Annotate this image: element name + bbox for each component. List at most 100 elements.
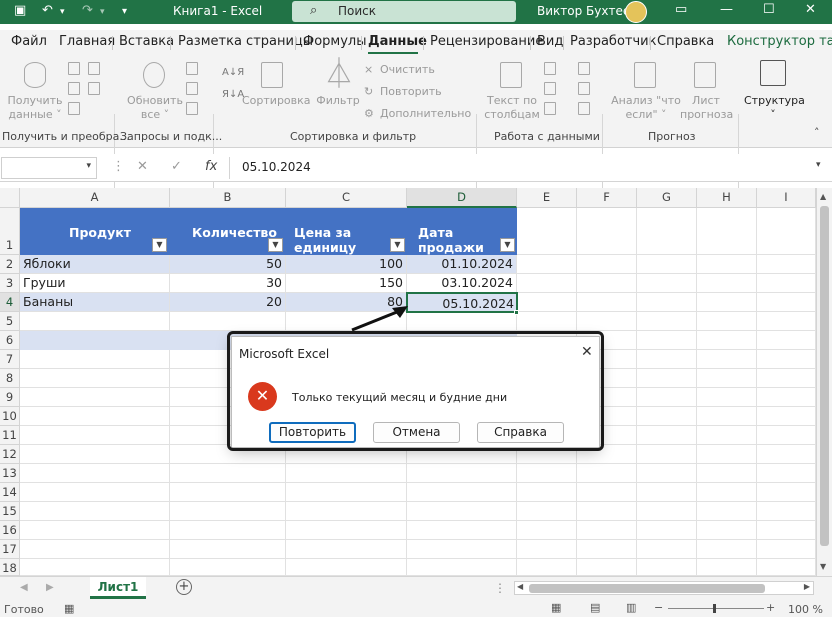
grid-cell[interactable]: [517, 464, 577, 483]
grid-cell[interactable]: [637, 483, 697, 502]
data-validation-icon[interactable]: [544, 102, 556, 115]
ribbon-display-icon[interactable]: ▭: [675, 2, 687, 17]
edit-links-icon[interactable]: [186, 102, 198, 115]
grid-cell[interactable]: [757, 208, 816, 255]
row-header-2[interactable]: 2: [0, 255, 20, 274]
cell-d3[interactable]: 03.10.2024: [407, 274, 517, 293]
grid-cell[interactable]: [757, 426, 816, 445]
grid-cell[interactable]: [286, 502, 407, 521]
grid-cell[interactable]: [20, 559, 170, 576]
grid-cell[interactable]: [697, 426, 757, 445]
grid-cell[interactable]: [407, 312, 517, 331]
row-header-11[interactable]: 11: [0, 426, 20, 445]
grid-cell[interactable]: [577, 521, 637, 540]
grid-cell[interactable]: [577, 483, 637, 502]
grid-cell[interactable]: [697, 331, 757, 350]
from-table-icon[interactable]: [68, 102, 80, 115]
grid-cell[interactable]: [577, 293, 637, 312]
tab-file[interactable]: Файл: [11, 34, 47, 49]
from-text-icon[interactable]: [68, 62, 80, 75]
existing-connections-icon[interactable]: [88, 82, 100, 95]
row-header-10[interactable]: 10: [0, 407, 20, 426]
grid-cell[interactable]: [637, 312, 697, 331]
grid-cell[interactable]: [577, 502, 637, 521]
filter-button[interactable]: Фильтр: [314, 94, 362, 108]
tab-data[interactable]: Данные: [368, 34, 427, 49]
grid-cell[interactable]: [757, 464, 816, 483]
row-header-1[interactable]: 1: [0, 208, 20, 255]
grid-cell[interactable]: [757, 255, 816, 274]
tab-split-icon[interactable]: ⋮: [494, 581, 506, 595]
scroll-left-icon[interactable]: ◀: [517, 582, 523, 591]
grid-cell[interactable]: [20, 521, 170, 540]
cell-d4-active[interactable]: 05.10.2024: [406, 292, 518, 313]
grid-cell[interactable]: [517, 502, 577, 521]
grid-cell[interactable]: [577, 312, 637, 331]
grid-cell[interactable]: [407, 483, 517, 502]
grid-cell[interactable]: [697, 464, 757, 483]
minimize-icon[interactable]: —: [720, 2, 733, 17]
grid-cell[interactable]: [757, 502, 816, 521]
undo-dropdown-icon[interactable]: ▾: [60, 7, 65, 17]
scroll-thumb[interactable]: [820, 206, 829, 546]
customize-qat-icon[interactable]: ▾: [122, 6, 127, 17]
grid-cell[interactable]: [170, 502, 286, 521]
column-header-g[interactable]: G: [637, 188, 697, 208]
grid-cell[interactable]: [407, 464, 517, 483]
formula-input[interactable]: 05.10.2024: [229, 157, 819, 179]
cell-b3[interactable]: 30: [170, 274, 286, 293]
grid-cell[interactable]: [757, 483, 816, 502]
grid-cell[interactable]: [637, 407, 697, 426]
zoom-level[interactable]: 100 %: [788, 603, 823, 616]
grid-cell[interactable]: [757, 369, 816, 388]
grid-cell[interactable]: [170, 540, 286, 559]
remove-duplicates-icon[interactable]: [544, 82, 556, 95]
sheet-tab-1[interactable]: Лист1: [90, 577, 146, 599]
grid-cell[interactable]: [577, 559, 637, 576]
row-header-3[interactable]: 3: [0, 274, 20, 293]
grid-cell[interactable]: [697, 407, 757, 426]
grid-cell[interactable]: [697, 350, 757, 369]
grid-cell[interactable]: [407, 559, 517, 576]
grid-cell[interactable]: [637, 464, 697, 483]
sort-asc-icon[interactable]: A↓Я: [222, 66, 244, 80]
grid-cell[interactable]: [757, 521, 816, 540]
retry-button[interactable]: Повторить: [269, 422, 356, 443]
name-box-dropdown-icon[interactable]: ▾: [86, 161, 91, 171]
cancel-icon[interactable]: ✕: [137, 159, 148, 174]
normal-view-icon[interactable]: ▦: [551, 601, 561, 614]
row-header-5[interactable]: 5: [0, 312, 20, 331]
column-header-h[interactable]: H: [697, 188, 757, 208]
grid-cell[interactable]: [697, 255, 757, 274]
grid-cell[interactable]: [286, 464, 407, 483]
scroll-right-icon[interactable]: ▶: [804, 582, 810, 591]
recent-sources-icon[interactable]: [88, 62, 100, 75]
grid-cell[interactable]: [577, 208, 637, 255]
text-to-columns-button[interactable]: Текст по столбцам: [484, 94, 540, 122]
grid-cell[interactable]: [577, 540, 637, 559]
maximize-icon[interactable]: ☐: [763, 2, 775, 17]
grid-cell[interactable]: [20, 388, 170, 407]
horizontal-scrollbar[interactable]: ◀ ▶: [514, 581, 814, 595]
next-sheet-icon[interactable]: ▶: [46, 582, 54, 593]
grid-cell[interactable]: [517, 312, 577, 331]
grid-cell[interactable]: [20, 483, 170, 502]
grid-cell[interactable]: [697, 312, 757, 331]
prev-sheet-icon[interactable]: ◀: [20, 582, 28, 593]
name-box[interactable]: ▾: [1, 157, 97, 179]
grid-cell[interactable]: [517, 293, 577, 312]
tab-formulas[interactable]: Формулы: [303, 34, 366, 49]
expand-formula-icon[interactable]: ▾: [816, 160, 821, 170]
grid-cell[interactable]: [517, 559, 577, 576]
forecast-sheet-button[interactable]: Лист прогноза: [680, 94, 733, 122]
dialog-close-icon[interactable]: ✕: [581, 344, 593, 360]
row-header-6[interactable]: 6: [0, 331, 20, 350]
row-header-16[interactable]: 16: [0, 521, 20, 540]
grid-cell[interactable]: [757, 559, 816, 576]
from-web-icon[interactable]: [68, 82, 80, 95]
tab-help[interactable]: Справка: [657, 34, 714, 49]
grid-cell[interactable]: [637, 521, 697, 540]
row-header-17[interactable]: 17: [0, 540, 20, 559]
grid-cell[interactable]: [637, 350, 697, 369]
insert-function-icon[interactable]: fx: [205, 159, 217, 174]
